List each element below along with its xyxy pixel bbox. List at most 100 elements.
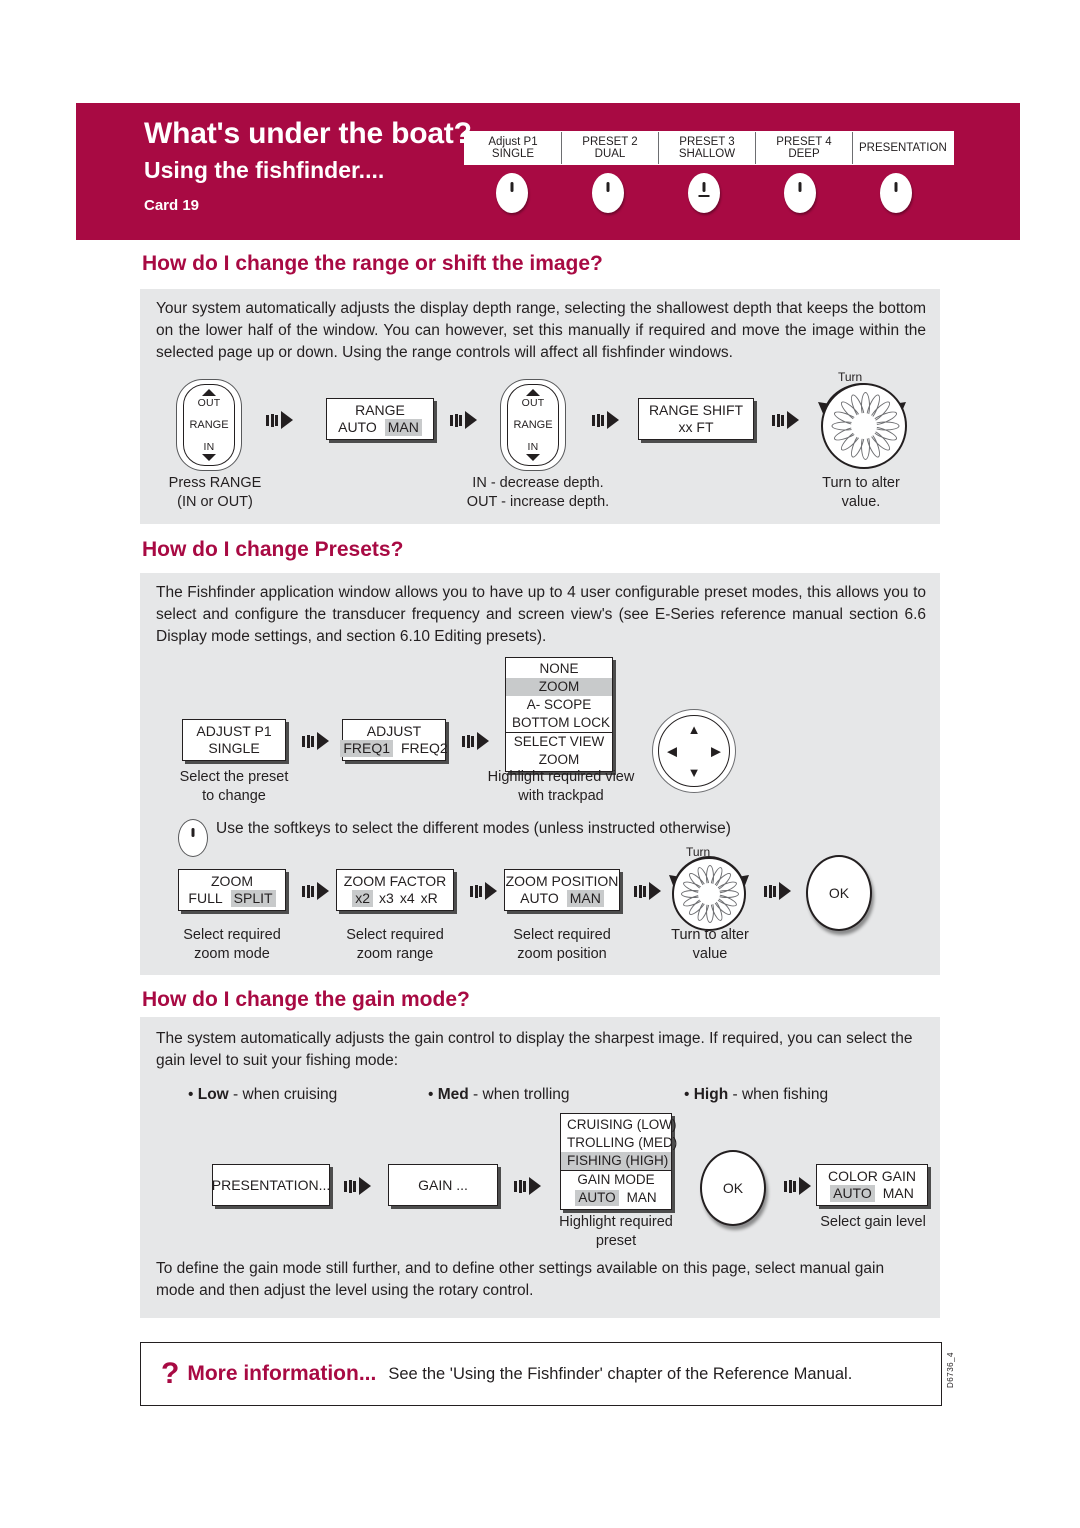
heading-gain: How do I change the gain mode? — [142, 988, 470, 1011]
option-man-colorgain[interactable]: MAN — [883, 1185, 914, 1202]
softkey-label-2-line2: DUAL — [594, 148, 626, 160]
softkey-box-range-mode[interactable]: RANGE AUTO MAN — [326, 398, 434, 440]
adjust-freq-title: ADJUST — [366, 723, 422, 739]
caption-depth-l2: OUT - increase depth. — [466, 494, 610, 510]
menu-item-fishing-selected[interactable]: FISHING (HIGH) — [561, 1152, 671, 1170]
option-xr[interactable]: xR — [421, 890, 438, 907]
option-x4[interactable]: x4 — [400, 890, 415, 907]
menu-item-cruising[interactable]: CRUISING (LOW) — [561, 1116, 677, 1134]
softkey-label-4-line1: PRESET 4 — [776, 135, 832, 148]
rotary-dial-zoom[interactable] — [672, 857, 746, 931]
softkey-label-strip: Adjust P1 SINGLE PRESET 2 DUAL PRESET 3 … — [464, 131, 954, 165]
softkey-button-2-wrap — [560, 171, 656, 215]
flow-arrow-icon-r3 — [592, 411, 619, 429]
bullet-med: • Med - when trolling — [428, 1086, 570, 1104]
zoom-position-title: ZOOM POSITION — [505, 873, 619, 889]
zoom-mode-title: ZOOM — [211, 873, 253, 889]
rocker-label-in-2: IN — [527, 441, 539, 453]
softkey-note-text: Use the softkeys to select the different… — [216, 820, 731, 837]
softkey-button-icon-4[interactable] — [784, 173, 816, 213]
color-gain-options: AUTO MAN — [830, 1185, 914, 1202]
zoom-mode-options: FULL SPLIT — [188, 890, 276, 907]
option-split-selected[interactable]: SPLIT — [230, 890, 276, 907]
trackpad-right-arrow-icon[interactable]: ▶ — [711, 745, 721, 758]
range-rocker-button-1[interactable]: OUT RANGE IN — [176, 379, 242, 471]
rocker-up-zone-2[interactable]: OUT — [522, 389, 545, 409]
option-man-selected[interactable]: MAN — [384, 419, 422, 436]
softkey-box-zoom-factor[interactable]: ZOOM FACTOR x2 x3 x4 xR — [336, 869, 454, 911]
flow-arrow-icon-g2 — [514, 1177, 541, 1195]
more-information-text: See the 'Using the Fishfinder' chapter o… — [388, 1364, 853, 1383]
rocker-label-out-2: OUT — [521, 397, 545, 409]
rocker-down-zone-2[interactable]: IN — [526, 441, 540, 461]
option-x2-selected[interactable]: x2 — [352, 890, 374, 907]
softkey-box-color-gain[interactable]: COLOR GAIN AUTO MAN — [816, 1164, 928, 1206]
softkey-box-zoom-mode[interactable]: ZOOM FULL SPLIT — [178, 869, 286, 911]
option-auto-zoompos[interactable]: AUTO — [520, 890, 559, 907]
option-auto-gain-selected[interactable]: AUTO — [575, 1190, 619, 1206]
option-man-zoompos-selected[interactable]: MAN — [566, 890, 604, 907]
softkey-button-icon-2[interactable] — [592, 173, 624, 213]
ok-button-gain[interactable]: OK — [700, 1150, 766, 1226]
softkey-box-presentation[interactable]: PRESENTATION... — [212, 1164, 330, 1206]
trackpad-left-arrow-icon[interactable]: ◀ — [667, 745, 677, 758]
adjust-p1-line2: SINGLE — [208, 740, 260, 756]
softkey-box-adjust-freq[interactable]: ADJUST FREQ1 FREQ2 — [340, 719, 448, 761]
bullet-low-bold: Low — [197, 1086, 229, 1103]
softkey-button-icon-3[interactable] — [688, 173, 720, 213]
rocker-down-zone-1[interactable]: IN — [202, 441, 216, 461]
bullet-high: • High - when fishing — [684, 1086, 828, 1104]
softkey-button-4-wrap — [752, 171, 848, 215]
caption-highlight-view: Highlight required view with trackpad — [470, 768, 652, 806]
menu-item-a-scope[interactable]: A- SCOPE — [506, 696, 612, 714]
menu-select-view[interactable]: NONE ZOOM A- SCOPE BOTTOM LOCK SELECT VI… — [505, 657, 613, 772]
bullet-dot-high: • — [684, 1086, 694, 1103]
softkey-label-3-line1: PRESET 3 — [679, 135, 735, 148]
softkey-button-5-wrap — [848, 171, 944, 215]
menu-gain-presets[interactable]: CRUISING (LOW) TROLLING (MED) FISHING (H… — [560, 1113, 677, 1210]
softkey-label-4-line2: DEEP — [788, 148, 820, 160]
paragraph-gain-2: To define the gain mode still further, a… — [156, 1260, 885, 1299]
option-freq2[interactable]: FREQ2 — [401, 740, 448, 757]
rocker-up-zone-1[interactable]: OUT — [198, 389, 221, 409]
triangle-down-icon-2 — [526, 454, 540, 461]
softkey-button-icon-1[interactable] — [496, 173, 528, 213]
softkey-box-adjust-p1[interactable]: ADJUST P1 SINGLE — [182, 719, 286, 761]
trackpad-up-arrow-icon[interactable]: ▲ — [688, 723, 701, 736]
paragraph-gain: The system automatically adjusts the gai… — [156, 1030, 913, 1069]
presentation-label: PRESENTATION... — [211, 1176, 331, 1193]
ok-button-zoom[interactable]: OK — [806, 855, 872, 931]
caption-turn-alter-zoom: Turn to alter value — [645, 926, 775, 964]
trackpad-down-arrow-icon[interactable]: ▼ — [688, 766, 701, 779]
flow-arrow-icon-g3 — [784, 1177, 811, 1195]
bullet-dot-low: • — [188, 1086, 198, 1103]
option-auto-colorgain-selected[interactable]: AUTO — [830, 1185, 875, 1202]
softkey-box-zoom-position[interactable]: ZOOM POSITION AUTO MAN — [504, 869, 620, 911]
option-man-gain[interactable]: MAN — [627, 1190, 657, 1206]
caption-select-preset: Select the preset to change — [166, 768, 302, 806]
trackpad-control[interactable]: ▲ ▼ ◀ ▶ — [652, 709, 736, 793]
heading-range: How do I change the range or shift the i… — [142, 252, 603, 275]
menu-item-zoom-selected[interactable]: ZOOM — [506, 678, 612, 696]
rotary-dial-range[interactable] — [821, 383, 907, 469]
menu-item-bottom-lock[interactable]: BOTTOM LOCK — [506, 714, 612, 732]
color-gain-title: COLOR GAIN — [828, 1168, 916, 1184]
page-header: What's under the boat? Using the fishfin… — [76, 103, 1020, 240]
range-rocker-button-2[interactable]: OUT RANGE IN — [500, 379, 566, 471]
rocker-label-range-2: RANGE — [513, 419, 553, 431]
caption-zoom-position-l1: Select required — [513, 927, 611, 943]
softkey-box-range-shift[interactable]: RANGE SHIFT xx FT — [638, 398, 754, 440]
option-x3[interactable]: x3 — [379, 890, 394, 907]
softkey-box-gain[interactable]: GAIN ... — [388, 1164, 498, 1206]
bullet-med-bold: Med — [437, 1086, 469, 1103]
caption-highlight-preset-l2: preset — [595, 1233, 637, 1249]
card-number: Card 19 — [144, 197, 200, 214]
option-full[interactable]: FULL — [188, 890, 222, 907]
menu-item-trolling[interactable]: TROLLING (MED) — [561, 1134, 677, 1152]
option-freq1-selected[interactable]: FREQ1 — [340, 740, 393, 757]
softkey-button-icon-5[interactable] — [880, 173, 912, 213]
bullet-high-bold: High — [693, 1086, 729, 1103]
menu-item-none[interactable]: NONE — [506, 660, 612, 678]
triangle-up-icon-1 — [201, 389, 216, 396]
option-auto[interactable]: AUTO — [338, 419, 377, 436]
